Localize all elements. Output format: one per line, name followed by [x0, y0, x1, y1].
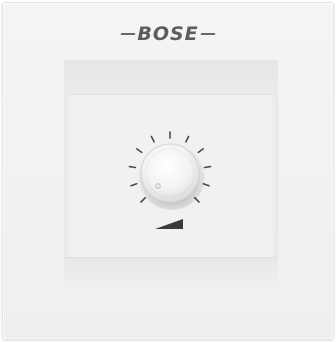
volume-tick-mark — [203, 165, 212, 169]
volume-tick-mark — [136, 148, 143, 154]
volume-ramp-icon — [155, 219, 183, 229]
volume-tick-mark — [150, 135, 155, 143]
volume-control — [128, 131, 212, 229]
volume-tick-mark — [128, 165, 137, 169]
volume-tick-mark — [197, 148, 204, 154]
volume-tick-mark — [185, 135, 190, 143]
volume-knob[interactable] — [140, 143, 200, 203]
volume-tick-mark — [140, 196, 147, 203]
volume-tick-mark — [130, 183, 138, 187]
